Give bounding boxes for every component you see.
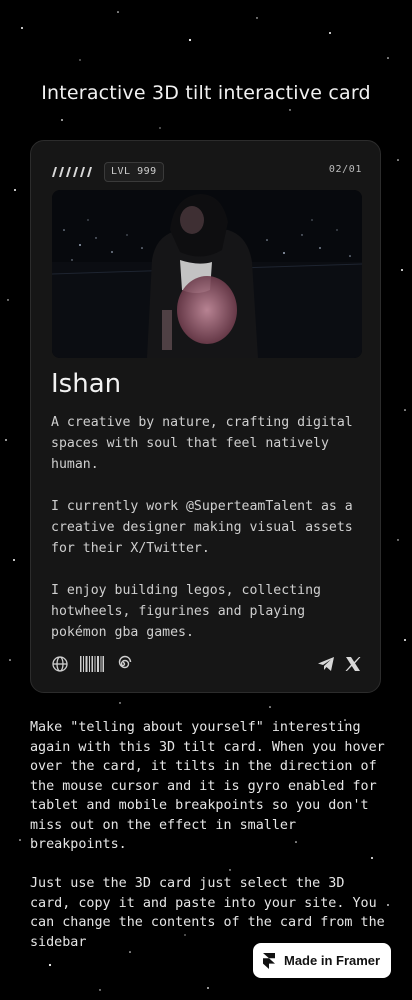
stripes-icon <box>52 167 92 177</box>
made-in-framer-label: Made in Framer <box>284 953 381 968</box>
description-paragraph: Make "telling about yourself" interestin… <box>30 720 385 852</box>
globe-icon[interactable] <box>51 655 69 673</box>
level-badge: LVL 999 <box>104 162 164 182</box>
profile-photo <box>52 190 362 358</box>
bio-paragraph: I enjoy building legos, collecting hotwh… <box>51 583 321 640</box>
profile-card[interactable]: LVL 999 02/01 Ishan A creative by nature… <box>30 140 381 693</box>
bio-paragraph: A creative by nature, crafting digital s… <box>51 415 353 472</box>
made-in-framer-button[interactable]: Made in Framer <box>253 943 391 978</box>
x-icon[interactable] <box>344 655 362 673</box>
card-header: LVL 999 02/01 <box>49 162 362 182</box>
profile-bio: A creative by nature, crafting digital s… <box>51 412 366 664</box>
page-title: Interactive 3D tilt interactive card <box>41 82 371 104</box>
description: Make "telling about yourself" interestin… <box>30 718 390 972</box>
barcode-icon[interactable] <box>80 655 104 673</box>
description-paragraph: Just use the 3D card just select the 3D … <box>30 876 385 950</box>
bio-paragraph: I currently work @SuperteamTalent as a c… <box>51 499 353 556</box>
profile-name: Ishan <box>51 369 122 399</box>
telegram-icon[interactable] <box>317 655 335 673</box>
card-footer <box>51 655 362 675</box>
spiral-icon[interactable] <box>114 655 132 673</box>
card-counter: 02/01 <box>328 164 362 175</box>
framer-logo-icon <box>263 953 275 969</box>
